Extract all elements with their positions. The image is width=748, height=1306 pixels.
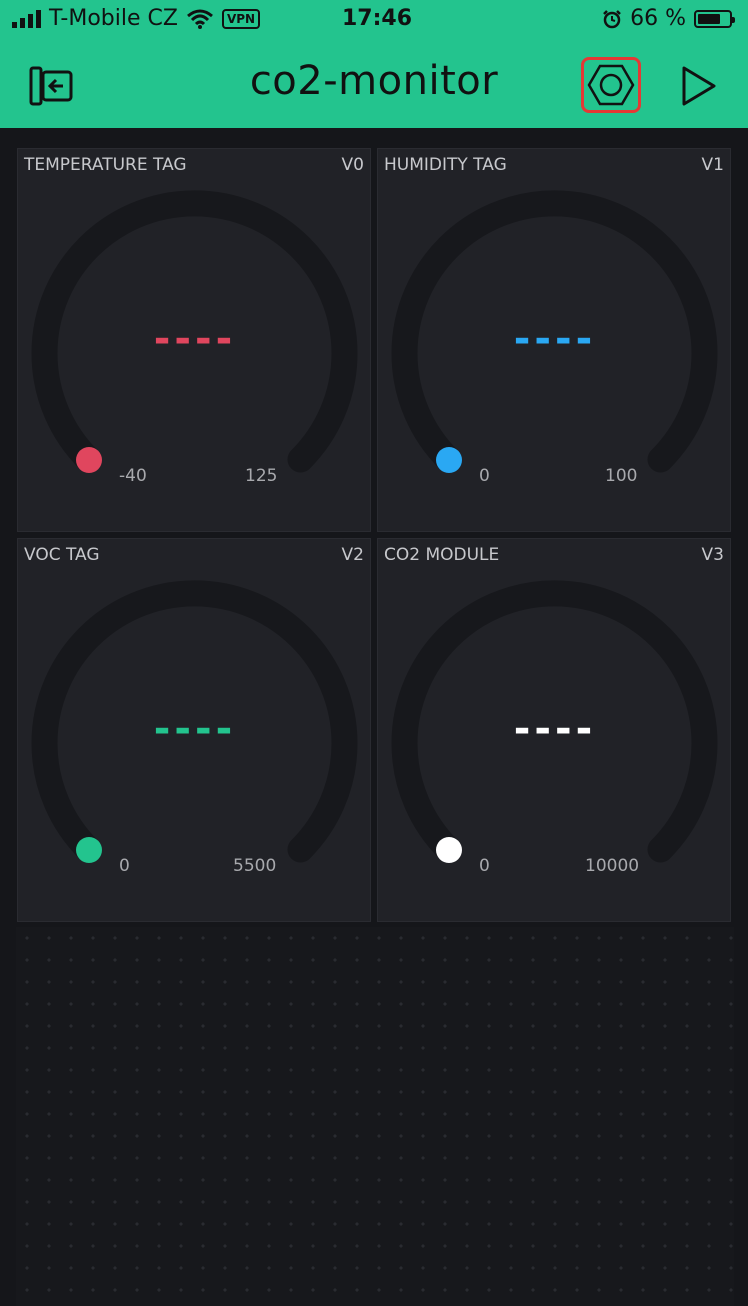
play-button[interactable] — [672, 62, 724, 110]
gauge-min: -40 — [119, 466, 147, 486]
gauge-value: ---- — [154, 316, 236, 362]
gauge-widget-co2[interactable]: CO2 MODULE V3 ---- 0 10000 — [377, 538, 731, 922]
gauge-max: 10000 — [585, 856, 640, 876]
gauge-widget-temperature[interactable]: TEMPERATURE TAG V0 ---- -40 125 — [17, 148, 371, 532]
empty-widget-grid[interactable] — [16, 927, 734, 1306]
cellular-signal-icon — [12, 9, 41, 28]
gauge-max: 125 — [245, 466, 278, 486]
gauge-dial: ---- — [391, 580, 718, 863]
gauge-min: 0 — [479, 856, 490, 876]
gauge-indicator — [76, 837, 102, 863]
battery-percent: 66 % — [630, 6, 686, 31]
gauge-min: 0 — [119, 856, 130, 876]
gauge-max: 5500 — [233, 856, 277, 876]
clock: 17:46 — [342, 6, 413, 31]
gauge-dial: ---- — [31, 190, 358, 473]
play-icon — [682, 66, 716, 106]
app-header: T-Mobile CZ VPN 17:46 66 % co2-monitor — [0, 0, 748, 128]
gauge-indicator — [76, 447, 102, 473]
gauge-min: 0 — [479, 466, 490, 486]
gauge-widget-voc[interactable]: VOC TAG V2 ---- 0 5500 — [17, 538, 371, 922]
alarm-icon — [603, 9, 621, 28]
gauge-indicator — [436, 447, 462, 473]
wifi-icon — [186, 9, 213, 29]
hexagon-settings-icon — [587, 64, 635, 106]
carrier-label: T-Mobile CZ — [49, 6, 178, 31]
gauge-value: ---- — [154, 706, 236, 752]
status-bar: T-Mobile CZ VPN 17:46 66 % — [0, 0, 748, 42]
gauge-value: ---- — [514, 706, 596, 752]
gauge-dial: ---- — [31, 580, 358, 863]
gauge-dial: ---- — [391, 190, 718, 473]
gauge-max: 100 — [605, 466, 638, 486]
battery-icon — [694, 9, 735, 28]
vpn-badge: VPN — [221, 8, 261, 29]
gauge-value: ---- — [514, 316, 596, 362]
gauge-indicator — [436, 837, 462, 863]
project-settings-button[interactable] — [585, 61, 637, 109]
gauge-widget-humidity[interactable]: HUMIDITY TAG V1 ---- 0 100 — [377, 148, 731, 532]
